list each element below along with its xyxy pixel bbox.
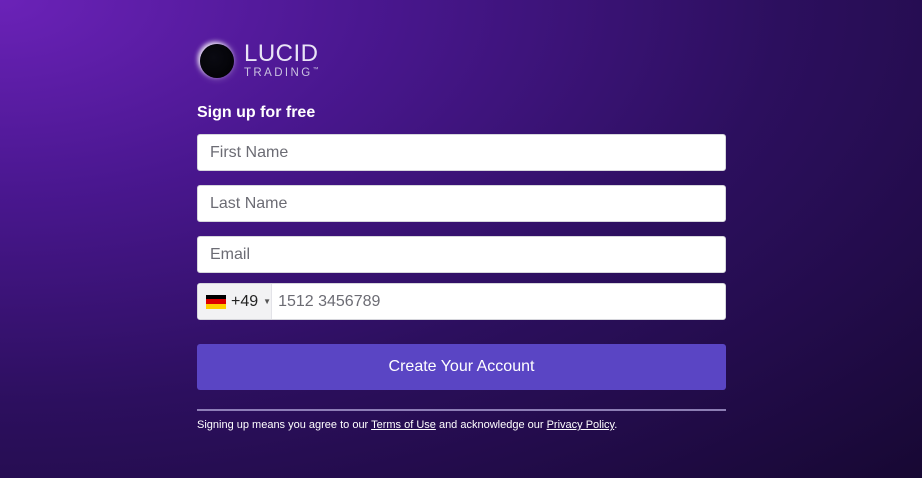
legal-middle: and acknowledge our [435,419,547,431]
chevron-down-icon: ▼ [263,297,272,306]
first-name-field[interactable] [197,134,726,171]
divider [197,409,726,411]
signup-panel: LUCID TRADING™ Sign up for free +49 ▼ Cr… [197,40,726,431]
create-account-button[interactable]: Create Your Account [197,344,726,390]
logo-text: LUCID TRADING™ [244,42,319,79]
brand-logo: LUCID TRADING™ [197,40,726,82]
legal-suffix: . [614,419,618,431]
dial-code: +49 [231,292,259,310]
logo-orb-icon [200,44,234,78]
logo-subtitle: TRADING™ [244,67,319,79]
germany-flag-icon [206,294,226,309]
phone-input[interactable] [272,292,725,311]
trademark-mark: ™ [312,67,319,74]
legal-prefix: Signing up means you agree to our [197,419,372,431]
last-name-input[interactable] [198,194,725,213]
phone-field[interactable]: +49 ▼ [197,283,726,320]
logo-sub-text: TRADING [244,67,313,80]
last-name-field[interactable] [197,185,726,222]
privacy-policy-link[interactable]: Privacy Policy [547,419,615,431]
email-field[interactable] [197,236,726,273]
flag-stripe-gold [206,303,226,309]
terms-of-use-link[interactable]: Terms of Use [371,419,436,431]
first-name-input[interactable] [198,143,725,162]
legal-notice: Signing up means you agree to our Terms … [197,419,726,431]
logo-name: LUCID [244,40,319,68]
country-code-selector[interactable]: +49 ▼ [198,284,273,319]
email-input[interactable] [198,245,725,264]
form-heading: Sign up for free [197,104,316,121]
